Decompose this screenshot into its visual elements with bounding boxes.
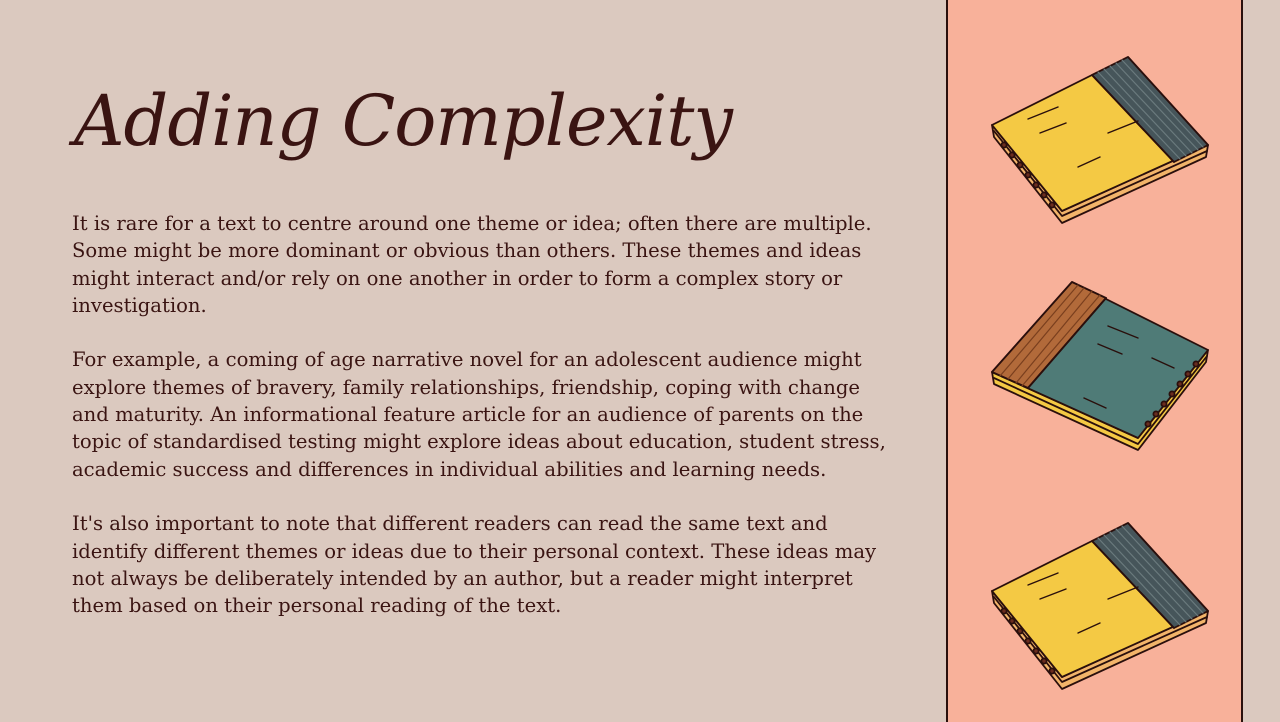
paragraph-1: It is rare for a text to centre around o… <box>72 212 872 317</box>
teal-notebook-icon <box>988 270 1228 470</box>
slide-title: Adding Complexity <box>74 80 733 162</box>
yellow-notebook-icon <box>988 501 1228 701</box>
body-text: It is rare for a text to centre around o… <box>72 210 892 647</box>
yellow-notebook-icon <box>988 35 1228 235</box>
paragraph-3: It's also important to note that differe… <box>72 512 877 618</box>
decorative-panel <box>946 0 1243 722</box>
slide: Adding Complexity It is rare for a text … <box>0 0 1280 722</box>
paragraph-2: For example, a coming of age narrative n… <box>72 348 886 481</box>
